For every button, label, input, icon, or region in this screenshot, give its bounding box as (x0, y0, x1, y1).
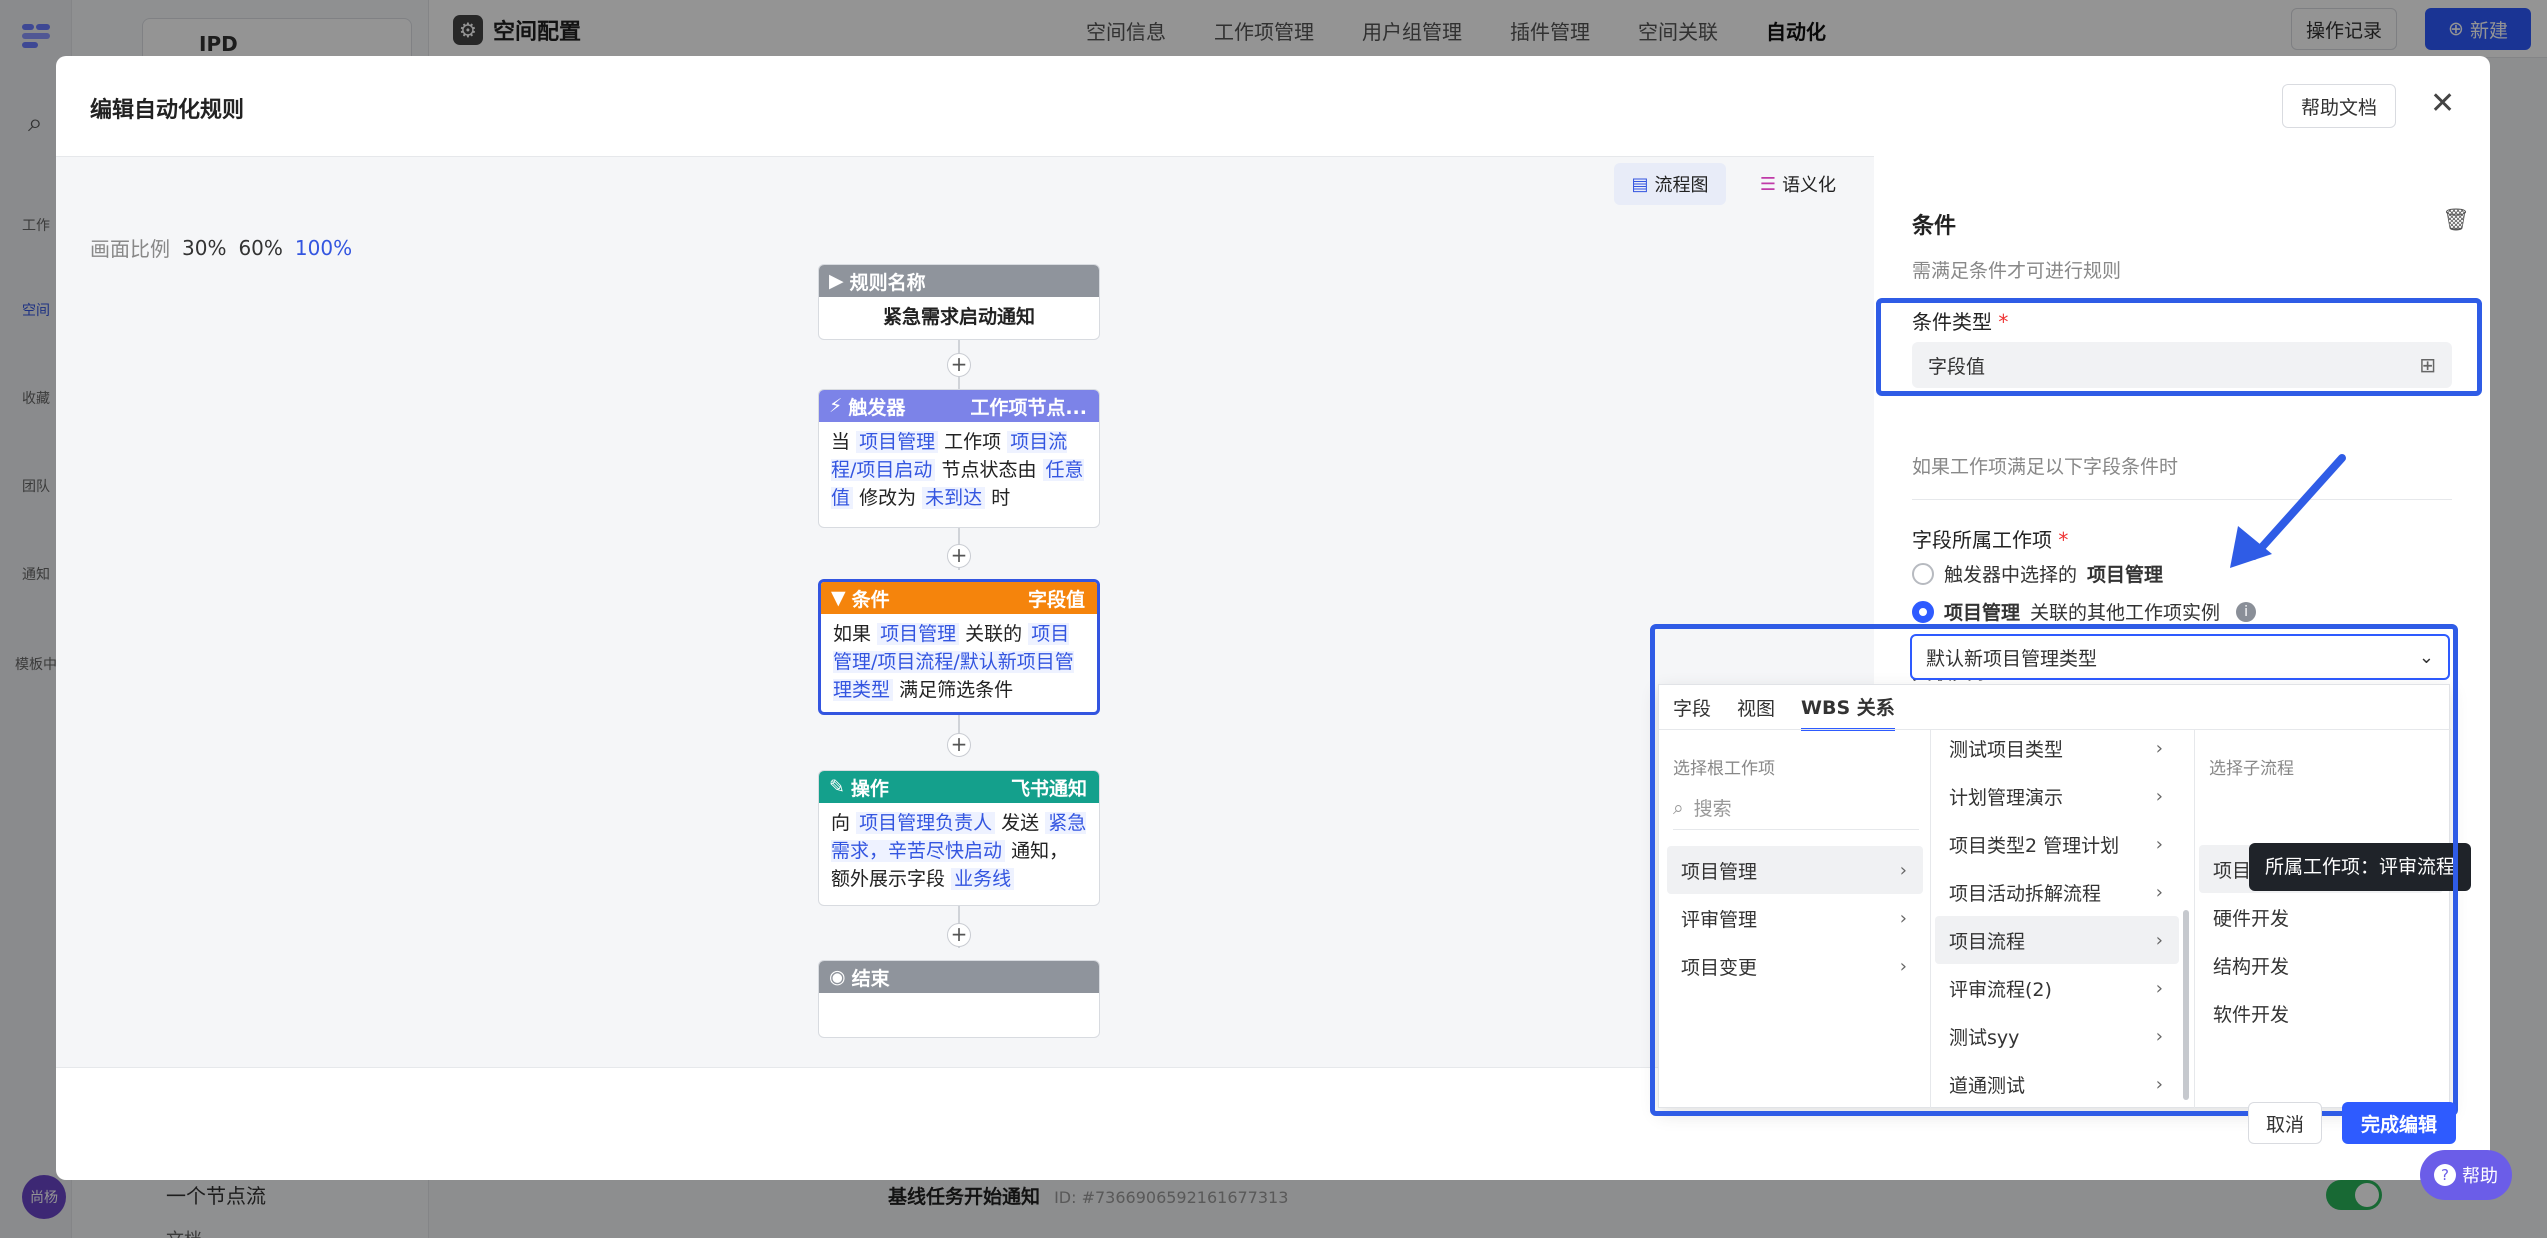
radio-related-item[interactable]: 项目管理 关联的其他工作项实例 i (1912, 598, 2257, 625)
help-doc-button[interactable]: 帮助文档 (2282, 84, 2396, 128)
modal-title: 编辑自动化规则 (90, 98, 245, 123)
trigger-desc: 当 项目管理 工作项 项目流程/项目启动 节点状态由 任意值 修改为 未到达 时 (831, 431, 1084, 509)
node-header: 触发器 (848, 396, 906, 419)
info-icon[interactable]: i (2236, 601, 2257, 622)
add-node-button[interactable]: + (947, 733, 971, 757)
radio-button[interactable] (1912, 562, 1934, 585)
play-icon: ▶ (829, 270, 844, 292)
node-header: 操作 (850, 777, 889, 800)
add-node-button[interactable]: + (947, 923, 971, 947)
rule-name-text: 紧急需求启动通知 (882, 306, 1035, 328)
node-tag: 飞书通知 (1010, 777, 1087, 800)
list-icon: ☰ (1759, 173, 1777, 195)
radio-trigger-item[interactable]: 触发器中选择的 项目管理 (1912, 560, 2163, 587)
radio-button-selected[interactable] (1912, 600, 1934, 623)
highlight-box (1876, 298, 2482, 396)
end-node[interactable]: ◉ 结束 (818, 960, 1100, 1038)
view-flow-tab[interactable]: ▤ 流程图 (1614, 163, 1726, 205)
wrench-icon: ✎ (829, 776, 845, 798)
zoom-60[interactable]: 60% (238, 236, 282, 260)
view-semantic-label: 语义化 (1782, 175, 1837, 196)
close-icon[interactable]: ✕ (2430, 86, 2455, 121)
question-icon: ? (2434, 1164, 2456, 1186)
flow-canvas[interactable]: ▤ 流程图 ☰ 语义化 画面比例 30% 60% 100% + + + + ▶ 规则名… (56, 156, 1874, 1068)
zoom-100[interactable]: 100% (295, 236, 352, 260)
zoom-30[interactable]: 30% (182, 236, 226, 260)
node-header: 条件 (851, 588, 890, 611)
filter-icon: ▼ (831, 587, 846, 609)
node-header: 结束 (851, 967, 890, 990)
view-flow-label: 流程图 (1654, 175, 1709, 196)
action-node[interactable]: ✎ 操作 飞书通知 向 项目管理负责人 发送 紧急需求，辛苦尽快启动 通知，额外展示… (818, 770, 1100, 906)
action-desc: 向 项目管理负责人 发送 紧急需求，辛苦尽快启动 通知，额外展示字段 业务线 (831, 812, 1087, 890)
condition-node[interactable]: ▼ 条件 字段值 如果 项目管理 关联的 项目管理/项目流程/默认新项目管理类型 满… (818, 579, 1100, 715)
panel-desc: 需满足条件才可进行规则 (1912, 260, 2122, 282)
condition-desc: 如果 项目管理 关联的 项目管理/项目流程/默认新项目管理类型 满足筛选条件 (833, 623, 1074, 701)
trigger-node[interactable]: ⚡ 触发器 工作项节点... 当 项目管理 工作项 项目流程/项目启动 节点状态由 … (818, 389, 1100, 528)
zoom-bar: 画面比例 30% 60% 100% (90, 233, 352, 262)
add-node-button[interactable]: + (947, 353, 971, 377)
owner-label: 字段所属工作项 * (1912, 528, 2069, 552)
trash-icon[interactable]: 🗑 (2442, 208, 2470, 233)
flowchart-icon: ▤ (1631, 173, 1649, 195)
edit-rule-modal: 编辑自动化规则 帮助文档 ✕ ▤ 流程图 ☰ 语义化 画面比例 30% 60% 10… (56, 56, 2490, 1180)
cancel-button[interactable]: 取消 (2248, 1102, 2322, 1144)
stop-icon: ◉ (829, 966, 846, 988)
zoom-label: 画面比例 (90, 237, 170, 261)
bolt-icon: ⚡ (829, 395, 843, 417)
rule-name-node[interactable]: ▶ 规则名称 紧急需求启动通知 (818, 264, 1100, 340)
annotation-arrow (2230, 454, 2346, 568)
highlight-box (1650, 624, 2458, 1116)
node-header: 规则名称 (849, 271, 926, 294)
add-node-button[interactable]: + (947, 544, 971, 568)
cond-hint: 如果工作项满足以下字段条件时 (1912, 456, 2179, 478)
node-tag: 工作项节点... (970, 396, 1087, 419)
view-semantic-tab[interactable]: ☰ 语义化 (1748, 163, 1848, 205)
help-label: 帮助 (2462, 1166, 2498, 1187)
panel-title: 条件 (1912, 214, 1957, 239)
done-button[interactable]: 完成编辑 (2342, 1102, 2456, 1144)
node-tag: 字段值 (1027, 588, 1085, 611)
help-button[interactable]: ? 帮助 (2420, 1150, 2512, 1200)
